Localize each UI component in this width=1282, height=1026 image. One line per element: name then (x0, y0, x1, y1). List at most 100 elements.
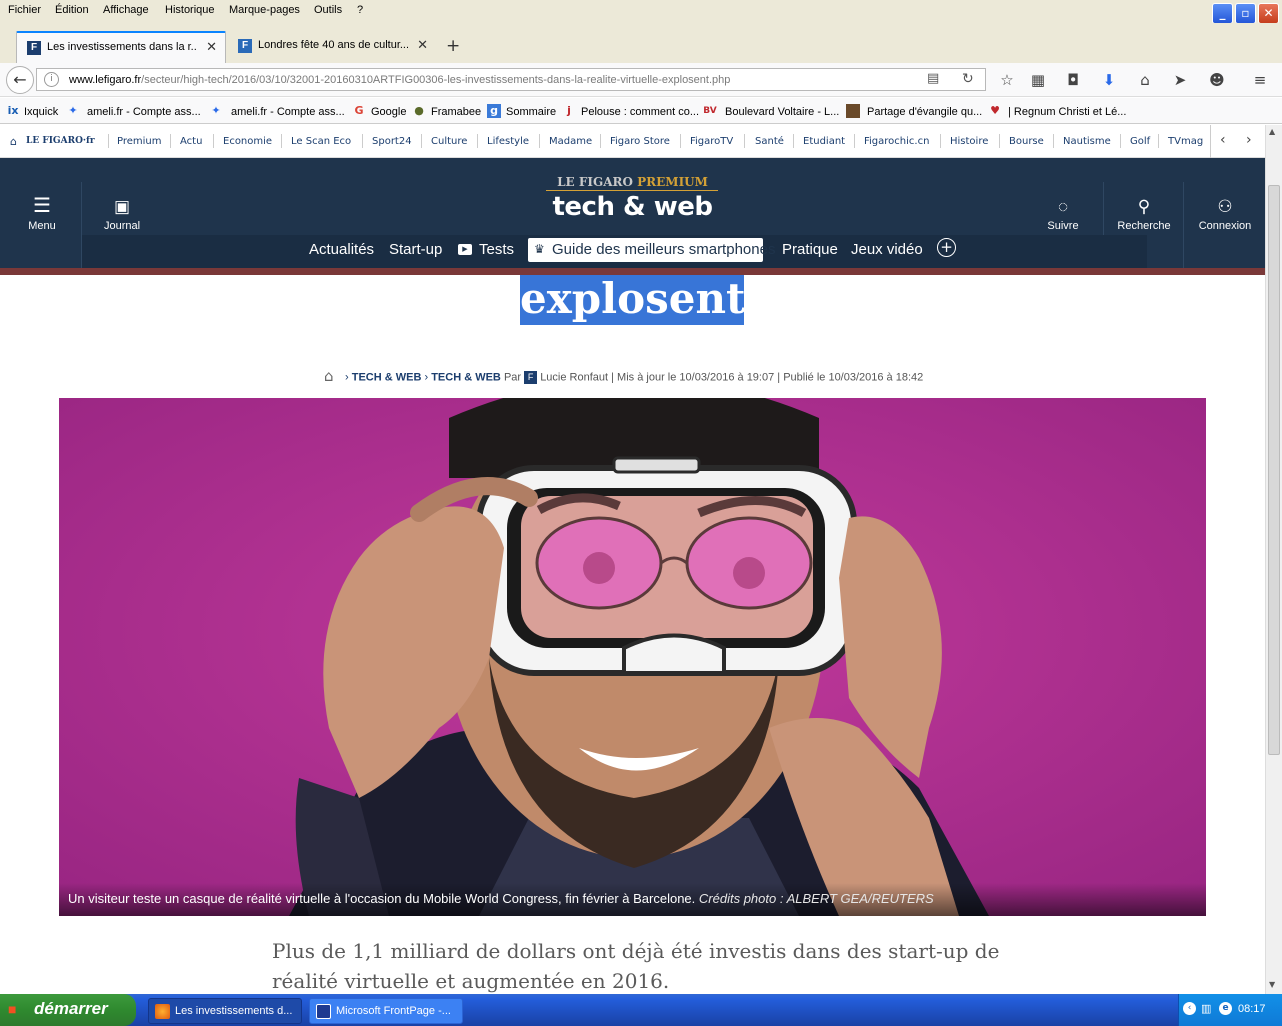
bookmarks-list-icon[interactable]: ▦ (1028, 70, 1048, 90)
site-nav-item[interactable]: FigaroTV (690, 136, 733, 147)
nav-separator (539, 134, 540, 148)
reload-icon[interactable]: ↻ (962, 71, 974, 87)
site-nav-item[interactable]: Madame (549, 136, 592, 147)
close-tab-icon[interactable]: ✕ (206, 39, 217, 55)
article-headline[interactable]: explosent (520, 275, 745, 325)
home-icon[interactable]: ⌂ (324, 367, 334, 385)
site-nav-item[interactable]: Nautisme (1063, 136, 1111, 147)
subnav-jeux-video[interactable]: Jeux vidéo (851, 241, 923, 258)
site-nav-item[interactable]: Golf (1130, 136, 1150, 147)
follow-button[interactable]: ◌ Suivre (1040, 196, 1086, 232)
pocket-icon[interactable]: ◘ (1063, 70, 1083, 90)
home-icon[interactable]: ⌂ (1135, 70, 1155, 90)
menu-button[interactable]: ☰ Menu (22, 196, 62, 232)
journal-button[interactable]: ▣ Journal (100, 196, 144, 232)
back-button[interactable]: ← (6, 66, 34, 94)
bookmark-boulevard-voltaire[interactable]: Boulevard Voltaire - L... (725, 106, 839, 118)
site-nav-item[interactable]: Figarochic.cn (864, 136, 929, 147)
menu-outils[interactable]: Outils (314, 4, 342, 16)
site-nav-item[interactable]: Lifestyle (487, 136, 529, 147)
updated-date: | Mis à jour le 10/03/2016 à 19:07 (611, 371, 775, 384)
figaro-logo[interactable]: LE FIGARO·fr (26, 136, 95, 146)
bookmark-pelouse[interactable]: Pelouse : comment co... (581, 106, 699, 118)
bookmark-ameli-1[interactable]: ameli.fr - Compte ass... (87, 106, 201, 118)
nav-prev-icon[interactable]: ‹ (1220, 132, 1226, 148)
nav-separator (999, 134, 1000, 148)
article-lede: Plus de 1,1 milliard de dollars ont déjà… (272, 939, 1000, 993)
subnav-guide-smartphones[interactable]: ♛ Guide des meilleurs smartphones (528, 238, 775, 262)
site-nav-item[interactable]: Economie (223, 136, 272, 147)
site-nav-item[interactable]: Premium (117, 136, 162, 147)
author-name[interactable]: Lucie Ronfaut (540, 371, 608, 383)
start-button[interactable]: ■ démarrer (0, 994, 136, 1026)
site-nav-item[interactable]: Etudiant (803, 136, 845, 147)
scroll-up-icon[interactable]: ▲ (1269, 127, 1275, 136)
site-info-icon[interactable]: i (44, 72, 59, 87)
menu-marque-pages[interactable]: Marque-pages (229, 4, 300, 16)
scroll-down-icon[interactable]: ▼ (1269, 980, 1275, 989)
subnav-actualites[interactable]: Actualités (309, 241, 374, 258)
bookmark-google[interactable]: Google (371, 106, 406, 118)
bookmark-ixquick[interactable]: Ixquick (24, 106, 58, 118)
subnav-pratique[interactable]: Pratique (782, 241, 838, 258)
nav-separator (744, 134, 745, 148)
tab-active[interactable]: F Les investissements dans la r... ✕ (16, 31, 226, 63)
nav-next-icon[interactable]: › (1246, 132, 1252, 148)
breadcrumb-section[interactable]: TECH & WEB (352, 371, 422, 383)
site-nav-item[interactable]: Culture (431, 136, 467, 147)
tray-expand-icon[interactable]: ‹ (1183, 1002, 1196, 1015)
network-icon[interactable]: ▥ (1201, 1002, 1211, 1015)
menu-help[interactable]: ? (357, 4, 363, 16)
menu-fichier[interactable]: Fichier (8, 4, 41, 16)
site-nav-item[interactable]: Histoire (950, 136, 988, 147)
reader-view-icon[interactable]: ▤ (927, 71, 939, 86)
newspaper-icon: ▣ (113, 197, 131, 216)
bookmark-framabee[interactable]: Framabee (431, 106, 481, 118)
site-nav-item[interactable]: Sport24 (372, 136, 412, 147)
new-tab-icon[interactable]: + (446, 36, 460, 56)
nav-separator (477, 134, 478, 148)
tab-inactive[interactable]: F Londres fête 40 ans de cultur... ✕ (228, 31, 436, 63)
site-nav-item[interactable]: Actu (180, 136, 202, 147)
close-window-button[interactable]: ✕ (1258, 3, 1279, 24)
chat-icon[interactable]: ☻ (1207, 70, 1227, 90)
minimize-button[interactable]: _ (1212, 3, 1233, 24)
page-scrollbar[interactable]: ▲ ▼ (1265, 125, 1282, 994)
nav-separator (213, 134, 214, 148)
hamburger-menu-icon[interactable]: ≡ (1250, 70, 1270, 90)
home-icon[interactable]: ⌂ (10, 135, 17, 148)
close-tab-icon[interactable]: ✕ (417, 37, 428, 53)
bookmark-sommaire[interactable]: Sommaire (506, 106, 556, 118)
breadcrumb-subsection[interactable]: TECH & WEB (431, 371, 501, 383)
downloads-icon[interactable]: ⬇ (1099, 70, 1119, 90)
premium-brand[interactable]: LE FIGARO PREMIUM (0, 175, 1265, 189)
login-button[interactable]: ⚇ Connexion (1195, 196, 1255, 232)
firefox-icon (155, 1004, 170, 1019)
photo-caption: Un visiteur teste un casque de réalité v… (59, 883, 1206, 916)
bookmark-regnum[interactable]: | Regnum Christi et Lé... (1008, 106, 1126, 118)
task-firefox[interactable]: Les investissements d... (148, 998, 302, 1024)
photo-credit: Crédits photo : ALBERT GEA/REUTERS (698, 891, 934, 906)
menu-affichage[interactable]: Affichage (103, 4, 149, 16)
maximize-button[interactable]: ▫ (1235, 3, 1256, 24)
bookmark-star-icon[interactable]: ☆ (997, 70, 1017, 90)
bookmark-evangile[interactable]: Partage d'évangile qu... (867, 106, 982, 118)
site-nav-item[interactable]: Figaro Store (610, 136, 670, 147)
more-sections-icon[interactable]: + (937, 238, 956, 257)
menu-edition[interactable]: Édition (55, 4, 89, 16)
task-frontpage[interactable]: Microsoft FrontPage -... (309, 998, 463, 1024)
menu-historique[interactable]: Historique (165, 4, 215, 16)
url-bar[interactable]: i www.lefigaro.fr/secteur/high-tech/2016… (36, 68, 986, 91)
send-icon[interactable]: ➤ (1170, 70, 1190, 90)
subnav-tests[interactable]: Tests (479, 241, 514, 258)
browser-tray-icon[interactable]: e (1219, 1002, 1232, 1015)
site-nav-item[interactable]: TVmag (1168, 136, 1203, 147)
subnav-startup[interactable]: Start-up (389, 241, 442, 258)
site-nav-item[interactable]: Santé (755, 136, 784, 147)
scrollbar-thumb[interactable] (1268, 185, 1280, 755)
search-button[interactable]: ⚲ Recherche (1115, 196, 1173, 232)
site-nav-item[interactable]: Bourse (1009, 136, 1044, 147)
bookmark-ameli-2[interactable]: ameli.fr - Compte ass... (231, 106, 345, 118)
pelouse-icon: j (567, 104, 571, 117)
site-nav-item[interactable]: Le Scan Eco (291, 136, 351, 147)
